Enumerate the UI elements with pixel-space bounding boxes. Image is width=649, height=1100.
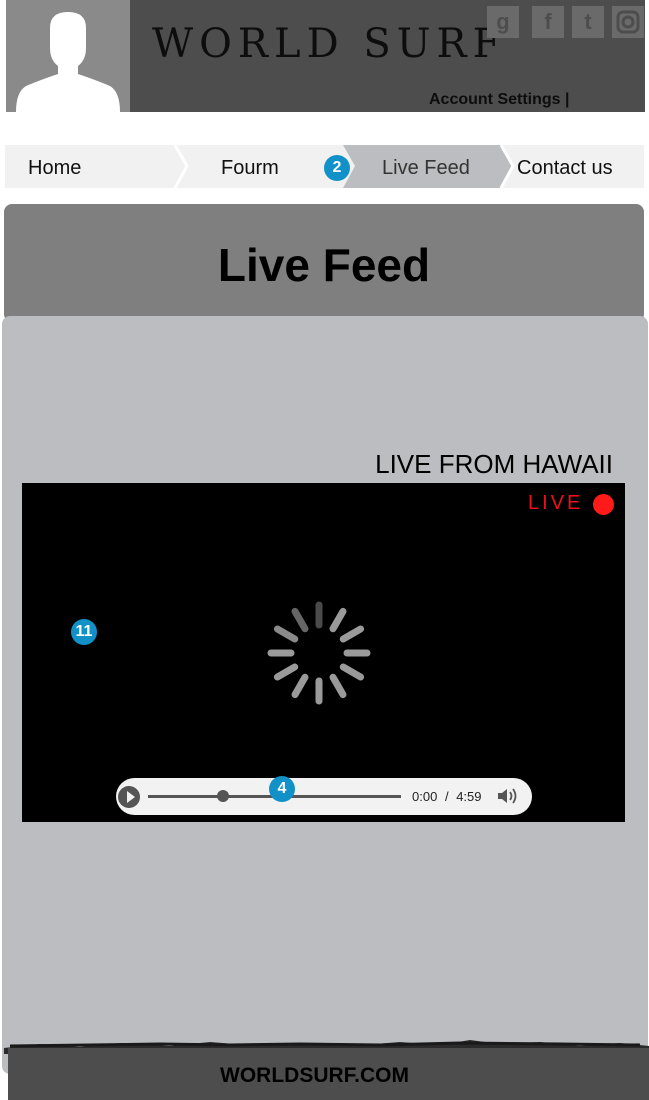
google-plus-icon[interactable]: g xyxy=(487,6,519,38)
page-title: Live Feed xyxy=(217,239,431,291)
time-display: 0:00 / 4:59 xyxy=(412,789,482,804)
twitter-glyph: t xyxy=(584,9,592,34)
seek-handle[interactable] xyxy=(217,790,229,802)
nav-item-home[interactable]: Home xyxy=(28,145,81,188)
time-separator: / xyxy=(444,789,449,804)
user-silhouette-icon xyxy=(16,12,120,112)
annotation-badge: 11 xyxy=(71,619,97,645)
nav-item-live-feed[interactable]: Live Feed xyxy=(382,145,470,188)
twitter-icon[interactable]: t xyxy=(572,6,604,38)
title-banner: Live Feed xyxy=(4,204,644,322)
duration: 4:59 xyxy=(456,789,482,804)
current-time: 0:00 xyxy=(412,789,438,804)
instagram-icon[interactable] xyxy=(612,6,644,38)
loading-spinner-icon xyxy=(267,601,371,705)
live-indicator-label: LIVE xyxy=(528,492,584,514)
nav-item-contact[interactable]: Contact us xyxy=(517,145,613,188)
site-logo[interactable]: WORLD SURF xyxy=(152,24,506,64)
account-settings-link[interactable]: Account Settings | xyxy=(429,91,569,109)
annotation-badge: 2 xyxy=(324,155,350,181)
footer-site-link[interactable]: WORLDSURF.COM xyxy=(220,1064,409,1088)
facebook-icon[interactable]: f xyxy=(532,6,564,38)
header: WORLD SURF g f t Account Settings | xyxy=(0,0,649,113)
instagram-camera-icon xyxy=(616,10,640,34)
nav-item-forum[interactable]: Fourm xyxy=(221,145,279,188)
google-plus-glyph: g xyxy=(496,9,510,34)
play-icon xyxy=(127,791,135,803)
volume-icon[interactable] xyxy=(497,786,519,806)
video-player[interactable] xyxy=(22,483,625,822)
stream-title: LIVE FROM HAWAII xyxy=(375,449,613,479)
nav-separator xyxy=(499,145,515,188)
avatar[interactable] xyxy=(6,0,130,112)
nav-separator xyxy=(173,145,189,188)
annotation-badge: 4 xyxy=(269,776,295,802)
facebook-glyph: f xyxy=(544,9,552,34)
live-dot-icon xyxy=(593,494,614,515)
